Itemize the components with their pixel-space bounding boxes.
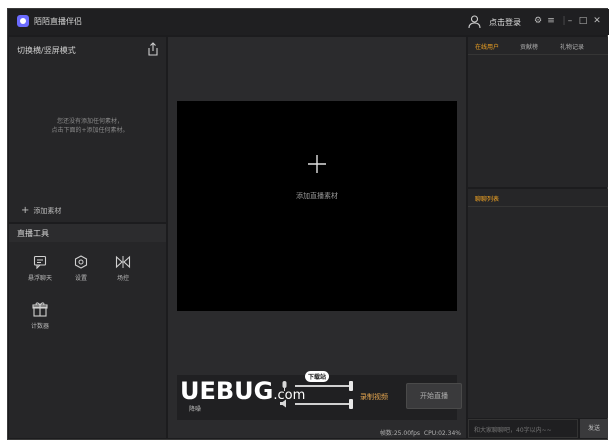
audience-panel: 在线用户 贡献榜 礼物记录 (468, 37, 608, 187)
start-live-button[interactable]: 开始直播 (406, 383, 462, 409)
minimize-icon[interactable]: – (564, 15, 576, 27)
mode-switch-label[interactable]: 切换横/竖屏模式 (17, 45, 76, 56)
add-material-label: 添加素材 (33, 207, 62, 215)
share-icon[interactable] (146, 41, 160, 57)
tool-float-chat[interactable]: 悬浮聊天 (23, 255, 57, 282)
tab-gift-records[interactable]: 礼物记录 (560, 42, 584, 51)
watermark-badge: 下载站 (305, 371, 330, 382)
chat-input[interactable]: 和大家聊聊吧，40字以内~~ (468, 419, 578, 438)
tool-settings[interactable]: 设置 (64, 255, 98, 282)
slider-knob[interactable] (349, 381, 353, 391)
tool-label: 场控 (116, 275, 129, 282)
material-panel: 切换横/竖屏模式 您还没有添加任何素材， 点击下面的+添加任何素材。 + 添加素材 (9, 37, 166, 222)
performance-stats: 帧数:25.00fps CPU:02.34% (168, 428, 466, 437)
chat-placeholder: 和大家聊聊吧，40字以内~~ (474, 427, 552, 434)
chat-header: 聊聊列表 (468, 189, 608, 207)
chat-float-icon (33, 255, 47, 269)
noise-reduction-label[interactable]: 降噪 (189, 404, 201, 413)
record-video-button[interactable]: 录制视频 (360, 392, 388, 402)
chat-list-title: 聊聊列表 (475, 196, 500, 203)
live-tools-title: 直播工具 (17, 229, 49, 238)
add-live-material-label[interactable]: 添加直播素材 (177, 191, 457, 201)
cpu-readout: CPU:02.34% (423, 430, 461, 437)
center-panel: 添加直播素材 UEBUG.com 下载站 降噪 录制视频 开始直播 帧数:25.… (168, 37, 466, 438)
chat-panel: 聊聊列表 (468, 189, 608, 418)
bowtie-icon (115, 255, 131, 269)
tool-label: 计数器 (30, 323, 49, 330)
settings-hex-icon (74, 255, 88, 269)
app-window: 陌陌直播伴侣 点击登录 ⚙ ≡ | – □ ✕ 切换横/竖屏模式 您还没有添加任… (7, 8, 609, 440)
audience-tabs: 在线用户 贡献榜 礼物记录 (468, 37, 608, 55)
settings-icon[interactable]: ⚙ (532, 15, 544, 27)
tab-online-users[interactable]: 在线用户 (475, 42, 499, 51)
live-tools-header: 直播工具 (9, 224, 166, 242)
speaker-icon[interactable] (280, 399, 289, 408)
live-controls: UEBUG.com 下载站 降噪 录制视频 开始直播 (177, 371, 462, 420)
maximize-icon[interactable]: □ (577, 15, 589, 27)
add-material-button[interactable]: + 添加素材 (21, 205, 61, 216)
app-logo-icon (17, 15, 29, 27)
close-icon[interactable]: ✕ (591, 15, 603, 27)
watermark-domain: .com (273, 388, 306, 403)
watermark-text: UEBUG (180, 377, 274, 405)
microphone-volume-slider[interactable] (295, 381, 353, 391)
title-bar: 陌陌直播伴侣 点击登录 ⚙ ≡ | – □ ✕ (8, 9, 609, 35)
tool-field-control[interactable]: 场控 (106, 255, 140, 282)
add-icon[interactable] (308, 155, 326, 173)
tool-label: 设置 (74, 275, 87, 282)
tool-label: 悬浮聊天 (27, 275, 52, 282)
tab-contribution[interactable]: 贡献榜 (520, 42, 538, 51)
slider-knob[interactable] (349, 399, 353, 409)
app-title: 陌陌直播伴侣 (34, 17, 82, 26)
tool-counter[interactable]: 计数器 (23, 301, 57, 330)
menu-icon[interactable]: ≡ (545, 15, 557, 27)
fps-readout: 帧数:25.00fps (379, 430, 421, 437)
live-preview-canvas[interactable]: 添加直播素材 (177, 101, 457, 311)
plus-icon: + (21, 205, 30, 216)
avatar-icon[interactable] (467, 14, 482, 29)
gift-icon (32, 302, 48, 317)
login-link[interactable]: 点击登录 (489, 17, 521, 28)
send-button[interactable]: 发送 (580, 419, 608, 438)
live-tools-panel: 直播工具 悬浮聊天 设置 场控 计数器 (9, 224, 166, 438)
microphone-icon[interactable] (281, 381, 288, 391)
empty-material-hint: 您还没有添加任何素材， 点击下面的+添加任何素材。 (51, 118, 129, 134)
speaker-volume-slider[interactable] (295, 399, 353, 409)
